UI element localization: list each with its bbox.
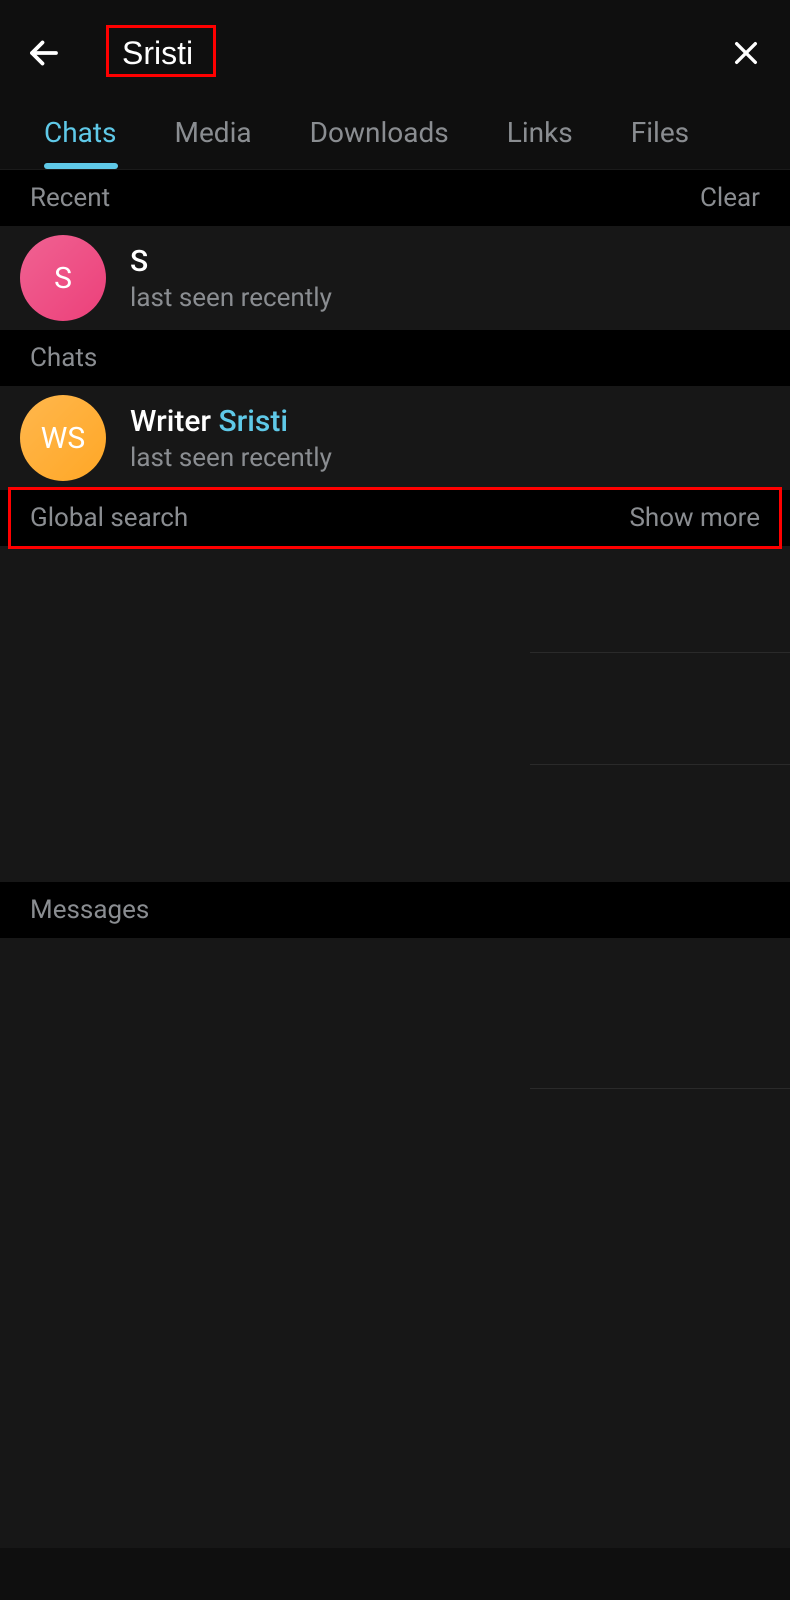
- messages-section-header: Messages: [0, 882, 790, 938]
- avatar: WS: [20, 395, 106, 481]
- search-header: [0, 0, 790, 100]
- item-content: Writer Sristi last seen recently: [130, 404, 332, 473]
- divider: [530, 1088, 790, 1089]
- search-input-wrapper: [114, 31, 726, 76]
- recent-item[interactable]: S S last seen recently: [0, 226, 790, 330]
- tab-media[interactable]: Media: [175, 100, 252, 169]
- divider: [530, 652, 790, 653]
- global-search-title: Global search: [30, 503, 188, 533]
- divider: [530, 764, 790, 765]
- tab-links[interactable]: Links: [507, 100, 573, 169]
- item-subtitle: last seen recently: [130, 283, 332, 313]
- tab-files[interactable]: Files: [631, 100, 689, 169]
- arrow-left-icon: [26, 35, 62, 71]
- chats-section-header: Chats: [0, 330, 790, 386]
- chats-section-title: Chats: [30, 343, 97, 373]
- tab-downloads[interactable]: Downloads: [310, 100, 449, 169]
- clear-recent-button[interactable]: Clear: [700, 183, 760, 213]
- item-title-prefix: Writer: [130, 404, 218, 439]
- search-tabs: Chats Media Downloads Links Files: [0, 100, 790, 170]
- global-search-section-header: Global search Show more: [0, 490, 790, 546]
- chat-item[interactable]: WS Writer Sristi last seen recently: [0, 386, 790, 490]
- show-more-button[interactable]: Show more: [629, 503, 760, 533]
- item-title-highlight: Sristi: [218, 404, 288, 439]
- item-subtitle: last seen recently: [130, 443, 332, 473]
- item-content: S last seen recently: [130, 244, 332, 313]
- messages-section-title: Messages: [30, 895, 149, 925]
- close-icon: [730, 37, 762, 69]
- messages-results: [0, 938, 790, 1548]
- recent-section-title: Recent: [30, 183, 110, 213]
- back-button[interactable]: [24, 33, 64, 73]
- global-search-results: [0, 546, 790, 882]
- avatar: S: [20, 235, 106, 321]
- global-search-wrapper: Global search Show more: [0, 490, 790, 546]
- item-title: Writer Sristi: [130, 404, 332, 439]
- item-title: S: [130, 244, 332, 279]
- recent-section-header: Recent Clear: [0, 170, 790, 226]
- tab-chats[interactable]: Chats: [44, 100, 117, 169]
- search-input[interactable]: [114, 31, 314, 76]
- clear-search-button[interactable]: [726, 33, 766, 73]
